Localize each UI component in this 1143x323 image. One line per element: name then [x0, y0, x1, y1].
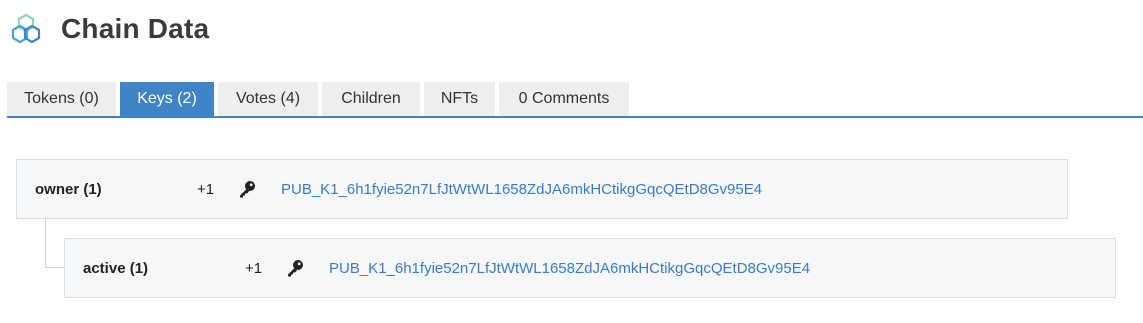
- key-weight: +1: [245, 259, 263, 277]
- tab-tokens[interactable]: Tokens (0): [7, 82, 116, 116]
- public-key-link[interactable]: PUB_K1_6h1fyie52n7LfJtWtWL1658ZdJA6mkHCt…: [329, 239, 810, 297]
- key-icon: [237, 179, 257, 199]
- chain-data-page: Chain Data Tokens (0) Keys (2) Votes (4)…: [0, 0, 1143, 323]
- tab-nfts[interactable]: NFTs: [424, 82, 495, 116]
- hexagon-network-icon: [9, 12, 43, 46]
- permission-name: owner (1): [35, 180, 102, 198]
- page-title: Chain Data: [61, 13, 210, 44]
- tab-comments[interactable]: 0 Comments: [499, 82, 629, 116]
- permission-panel-active: active (1) +1 PUB_K1_6h1fyie52n7LfJtWtWL…: [64, 238, 1116, 298]
- key-icon: [285, 258, 305, 278]
- tab-votes[interactable]: Votes (4): [218, 82, 318, 116]
- permission-tree-connector: [45, 219, 65, 268]
- permission-panel-owner: owner (1) +1 PUB_K1_6h1fyie52n7LfJtWtWL1…: [16, 159, 1068, 219]
- tab-keys[interactable]: Keys (2): [120, 82, 214, 116]
- section-header: Chain Data: [9, 8, 209, 50]
- tab-bar: Tokens (0) Keys (2) Votes (4) Children N…: [7, 82, 1143, 118]
- tab-children[interactable]: Children: [322, 82, 420, 116]
- permission-name: active (1): [83, 259, 149, 277]
- public-key-link[interactable]: PUB_K1_6h1fyie52n7LfJtWtWL1658ZdJA6mkHCt…: [281, 160, 762, 218]
- key-weight: +1: [197, 180, 215, 198]
